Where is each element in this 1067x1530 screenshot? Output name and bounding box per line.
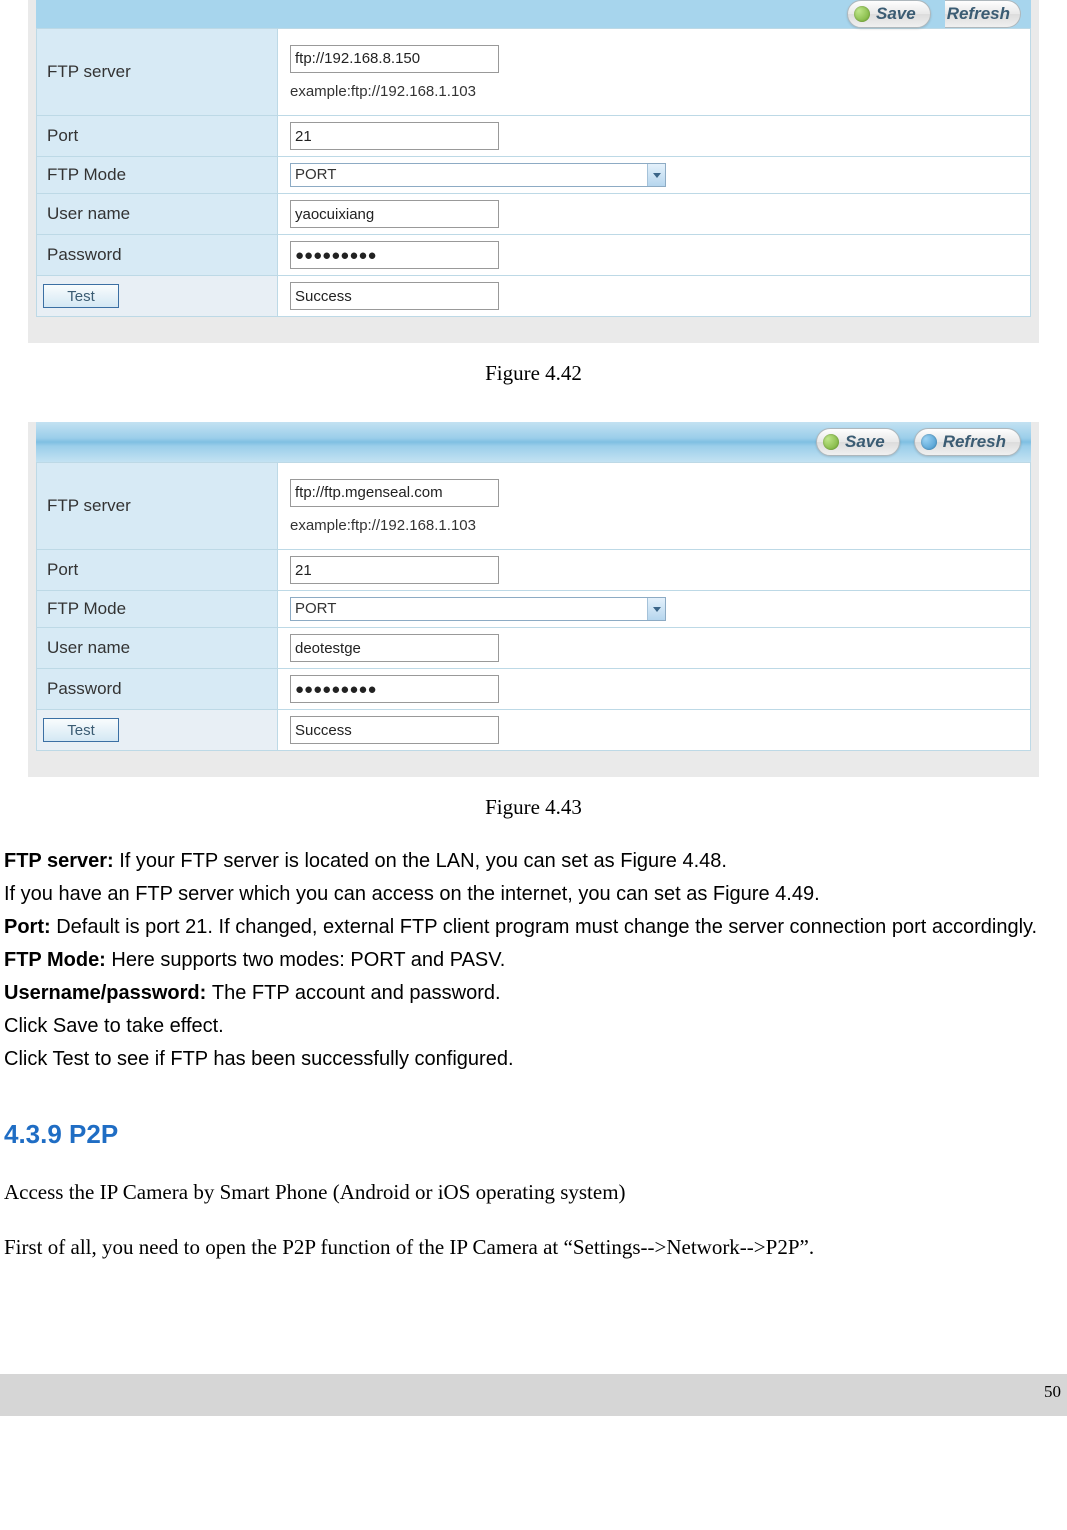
section-body: Access the IP Camera by Smart Phone (And… (4, 1176, 1063, 1264)
ftp-example-text: example:ftp://192.168.1.103 (290, 517, 476, 534)
ftp-example-text: example:ftp://192.168.1.103 (290, 83, 476, 100)
save-icon (854, 6, 870, 22)
label-password: Password (37, 235, 278, 276)
figure-caption-442: Figure 4.42 (0, 361, 1067, 386)
refresh-button[interactable]: Refresh (945, 0, 1021, 28)
refresh-icon (921, 434, 937, 450)
label-username: User name (37, 628, 278, 669)
port-input[interactable] (290, 122, 499, 150)
page-number: 50 (1044, 1382, 1061, 1401)
ftp-config-panel-2: Save Refresh FTP server example:ftp://19… (28, 422, 1039, 777)
label-ftp-mode: FTP Mode (37, 157, 278, 194)
page-footer: 50 (0, 1374, 1067, 1416)
label-ftp-server: FTP server (37, 463, 278, 550)
ftp-form-table: FTP server example:ftp://192.168.1.103 P… (36, 28, 1031, 317)
label-ftp-mode: FTP Mode (37, 591, 278, 628)
label-port: Port (37, 550, 278, 591)
ftp-mode-select[interactable]: PORT (290, 163, 666, 187)
port-input[interactable] (290, 556, 499, 584)
action-bar: Save Refresh (36, 0, 1031, 28)
dropdown-arrow-icon (647, 164, 665, 186)
password-input[interactable] (290, 241, 499, 269)
test-status (290, 282, 499, 310)
ftp-server-input[interactable] (290, 45, 499, 73)
save-button[interactable]: Save (847, 0, 931, 28)
test-status (290, 716, 499, 744)
username-input[interactable] (290, 634, 499, 662)
label-ftp-server: FTP server (37, 29, 278, 116)
action-bar: Save Refresh (36, 422, 1031, 462)
dropdown-arrow-icon (647, 598, 665, 620)
label-port: Port (37, 116, 278, 157)
label-password: Password (37, 669, 278, 710)
ftp-mode-select[interactable]: PORT (290, 597, 666, 621)
refresh-button[interactable]: Refresh (914, 428, 1021, 456)
test-button[interactable]: Test (43, 284, 119, 308)
label-username: User name (37, 194, 278, 235)
ftp-form-table: FTP server example:ftp://192.168.1.103 P… (36, 462, 1031, 751)
password-input[interactable] (290, 675, 499, 703)
section-heading: 4.3.9 P2P (4, 1119, 1067, 1150)
save-icon (823, 434, 839, 450)
ftp-config-panel-1: Save Refresh FTP server example:ftp://19… (28, 0, 1039, 343)
test-button[interactable]: Test (43, 718, 119, 742)
save-button[interactable]: Save (816, 428, 900, 456)
username-input[interactable] (290, 200, 499, 228)
ftp-server-input[interactable] (290, 479, 499, 507)
figure-caption-443: Figure 4.43 (0, 795, 1067, 820)
body-text: FTP server: If your FTP server is locate… (4, 846, 1063, 1075)
